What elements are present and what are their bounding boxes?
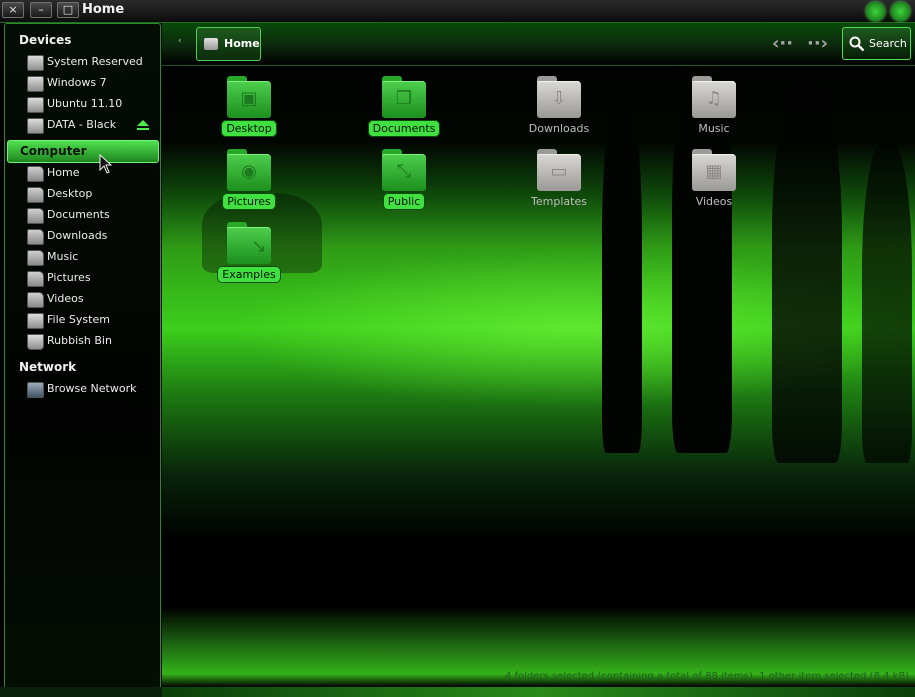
drive-icon (27, 76, 44, 92)
file-icon-downloads[interactable]: ⇩ Downloads (504, 76, 614, 140)
toolbar: ‹ Home ‹·· ··› Search (162, 23, 915, 66)
sidebar-header-network: Network (19, 360, 77, 374)
bottom-glow (162, 687, 915, 697)
sidebar-header-label: Computer (20, 144, 87, 158)
ubuntu-logo-icon[interactable] (891, 2, 910, 21)
sidebar-item-label: Videos (47, 292, 84, 305)
sidebar-item-label: Rubbish Bin (47, 334, 112, 347)
search-button[interactable]: Search (842, 27, 911, 60)
search-label: Search (869, 37, 907, 50)
window-titlebar: × – □ Home (0, 0, 915, 23)
folder-icon (27, 229, 44, 245)
file-label: Templates (531, 195, 587, 208)
folder-icon: ▭ (537, 149, 581, 191)
file-icon-examples[interactable]: ↘ Examples (194, 222, 304, 286)
sidebar-header-computer[interactable]: Computer (7, 140, 159, 163)
sidebar-item-label: Home (47, 166, 80, 179)
file-label: Documents (367, 120, 441, 137)
maximize-button[interactable]: □ (57, 2, 79, 18)
background-tree (862, 143, 912, 463)
folder-icon (27, 250, 44, 266)
file-label: Examples (217, 266, 281, 283)
file-label: Music (698, 122, 730, 135)
sidebar-item-label: Documents (47, 208, 110, 221)
bottom-strip (0, 687, 162, 697)
breadcrumb-scroll-left-button[interactable]: ‹ (178, 36, 182, 46)
mouse-pointer-icon (99, 154, 113, 174)
drive-icon (27, 55, 44, 71)
close-icon: × (8, 3, 18, 16)
symlink-folder-icon: ↘ (227, 222, 271, 264)
folder-icon: ▦ (692, 149, 736, 191)
folder-icon (27, 271, 44, 287)
close-button[interactable]: × (2, 2, 24, 18)
sidebar-item-label: Ubuntu 11.10 (47, 97, 123, 110)
sidebar-item-label: Downloads (47, 229, 108, 242)
power-icon[interactable] (866, 2, 885, 21)
sidebar-item-label: DATA - Black (47, 118, 117, 131)
maximize-icon: □ (62, 3, 74, 16)
minimize-icon: – (38, 3, 44, 16)
file-icon-desktop[interactable]: ▣ Desktop (194, 76, 304, 140)
window-title: Home (82, 2, 125, 17)
drive-icon (27, 118, 44, 134)
eject-icon[interactable] (137, 120, 149, 130)
sidebar-item-label: Browse Network (47, 382, 137, 395)
folder-icon: ⤡ (382, 149, 426, 191)
search-icon (849, 36, 865, 52)
sidebar-item-label: Windows 7 (47, 76, 107, 89)
sidebar-item-label: System Reserved (47, 55, 143, 68)
back-button[interactable]: ‹·· (772, 33, 793, 54)
file-label: Downloads (528, 122, 590, 135)
sidebar-item-label: Pictures (47, 271, 91, 284)
folder-icon: ⇩ (537, 76, 581, 118)
folder-icon: ♫ (692, 76, 736, 118)
file-icon-videos[interactable]: ▦ Videos (659, 149, 769, 213)
sidebar-item-data-black[interactable]: DATA - Black (25, 117, 155, 135)
file-label: Pictures (222, 193, 276, 210)
file-icon-documents[interactable]: ❒ Documents (349, 76, 459, 140)
sidebar-item-label: Music (47, 250, 79, 263)
file-icon-public[interactable]: ⤡ Public (349, 149, 459, 213)
sidebar-item-label: Desktop (47, 187, 93, 200)
network-icon (27, 382, 44, 398)
forward-button[interactable]: ··› (807, 33, 828, 54)
file-icon-pictures[interactable]: ◉ Pictures (194, 149, 304, 213)
background-tree (772, 83, 842, 463)
breadcrumb-label: Home (224, 37, 260, 50)
minimize-button[interactable]: – (30, 2, 52, 18)
folder-icon (27, 292, 44, 308)
folder-icon: ◉ (227, 149, 271, 191)
background-tree (602, 93, 642, 453)
home-folder-icon (204, 38, 218, 50)
file-icon-music[interactable]: ♫ Music (659, 76, 769, 140)
breadcrumb-home-button[interactable]: Home (196, 27, 261, 61)
folder-icon: ▣ (227, 76, 271, 118)
trash-icon (27, 334, 44, 350)
folder-icon (27, 208, 44, 224)
folder-icon (27, 187, 44, 203)
sidebar-item-label: File System (47, 313, 110, 326)
file-label: Public (382, 193, 426, 210)
sidebar-header-devices: Devices (19, 33, 72, 47)
drive-icon (27, 313, 44, 329)
file-label: Videos (695, 195, 733, 208)
home-folder-icon (27, 166, 44, 182)
file-label: Desktop (221, 120, 277, 137)
folder-icon: ❒ (382, 76, 426, 118)
status-bar-text: 4 folders selected (containing a total o… (505, 671, 910, 682)
drive-icon (27, 97, 44, 113)
places-sidebar: Devices System Reserved Windows 7 Ubuntu… (4, 23, 161, 689)
file-icon-templates[interactable]: ▭ Templates (504, 149, 614, 213)
